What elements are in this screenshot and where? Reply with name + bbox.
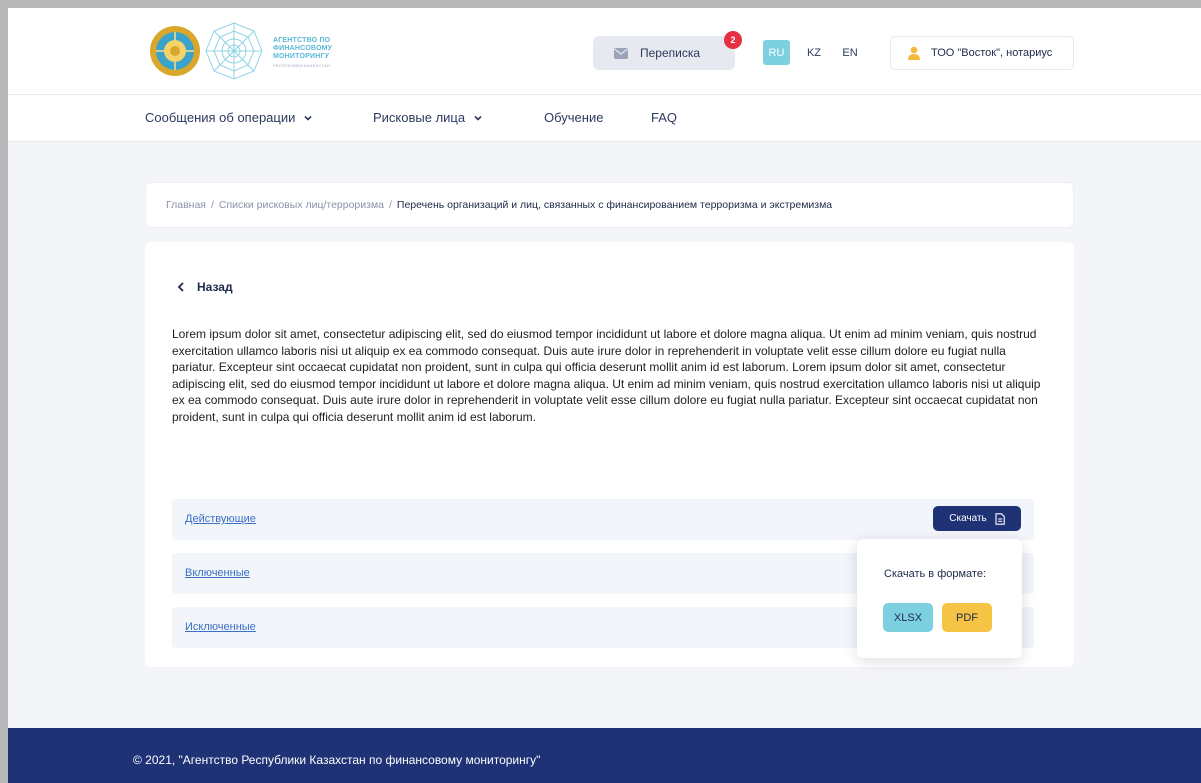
download-pdf-button[interactable]: PDF	[942, 603, 992, 632]
nav-item-label: Рисковые лица	[373, 110, 466, 125]
back-label: Назад	[197, 280, 233, 294]
lang-en-button[interactable]: EN	[840, 40, 860, 65]
footer-copyright: © 2021, "Агентство Республики Казахстан …	[133, 753, 541, 767]
site-footer: © 2021, "Агентство Республики Казахстан …	[8, 728, 1201, 783]
list-link-included[interactable]: Включенные	[185, 567, 250, 579]
page: АГЕНТСТВО ПО ФИНАНСОВОМУ МОНИТОРИНГУ РЕС…	[8, 8, 1201, 783]
breadcrumb-home[interactable]: Главная	[166, 199, 206, 211]
chevron-down-icon	[304, 115, 312, 121]
breadcrumb-separator: /	[210, 199, 214, 211]
content-card: Назад Lorem ipsum dolor sit amet, consec…	[145, 242, 1074, 667]
download-xlsx-button[interactable]: XLSX	[883, 603, 933, 632]
messages-label: Переписка	[640, 46, 701, 60]
messages-count-badge: 2	[724, 31, 742, 49]
document-icon	[995, 512, 1005, 525]
list-link-active[interactable]: Действующие	[185, 513, 256, 525]
breadcrumb-risk-lists[interactable]: Списки рисковых лиц/терроризма	[219, 199, 384, 211]
chevron-left-icon	[177, 282, 184, 292]
nav-item-operations[interactable]: Сообщения об операции	[145, 110, 313, 125]
site-header: АГЕНТСТВО ПО ФИНАНСОВОМУ МОНИТОРИНГУ РЕС…	[8, 8, 1201, 95]
nav-item-faq[interactable]: FAQ	[651, 110, 677, 125]
breadcrumb-separator: /	[389, 199, 392, 211]
nav-item-label: FAQ	[651, 110, 678, 125]
user-icon	[908, 46, 920, 60]
nav-item-label: Сообщения об операции	[145, 110, 296, 125]
breadcrumb: Главная / Списки рисковых лиц/терроризма…	[145, 182, 1074, 228]
lang-kz-button[interactable]: KZ	[804, 40, 824, 65]
agency-subtitle: РЕСПУБЛИКИ КАЗАХСТАН	[273, 63, 331, 68]
download-format-popup: Скачать в формате: XLSX PDF	[857, 539, 1022, 658]
list-link-excluded[interactable]: Исключенные	[185, 621, 256, 633]
main-nav: Сообщения об операции Рисковые лица Обуч…	[8, 95, 1201, 142]
download-label: Скачать	[949, 513, 987, 524]
list-row-active: Действующие	[172, 499, 1034, 540]
user-profile-button[interactable]: ТОО "Восток", нотариус	[890, 36, 1074, 70]
download-button[interactable]: Скачать	[933, 506, 1021, 531]
lang-ru-button[interactable]: RU	[763, 40, 790, 65]
nav-item-label: Обучение	[544, 110, 604, 125]
user-label: ТОО "Восток", нотариус	[931, 47, 1053, 59]
nav-item-risk-persons[interactable]: Рисковые лица	[373, 110, 483, 125]
messages-button[interactable]: Переписка	[593, 36, 735, 70]
back-button[interactable]: Назад	[177, 280, 233, 294]
popup-title: Скачать в формате:	[884, 568, 987, 580]
agency-name: АГЕНТСТВО ПО ФИНАНСОВОМУ МОНИТОРИНГУ	[273, 37, 333, 60]
breadcrumb-current: Перечень организаций и лиц, связанных с …	[396, 199, 833, 211]
state-emblem-icon[interactable]	[149, 25, 201, 77]
agency-logo-icon[interactable]	[204, 21, 264, 81]
nav-item-training[interactable]: Обучение	[544, 110, 603, 125]
envelope-icon	[614, 47, 628, 59]
description-text: Lorem ipsum dolor sit amet, consectetur …	[172, 327, 1041, 424]
chevron-down-icon	[474, 115, 482, 121]
